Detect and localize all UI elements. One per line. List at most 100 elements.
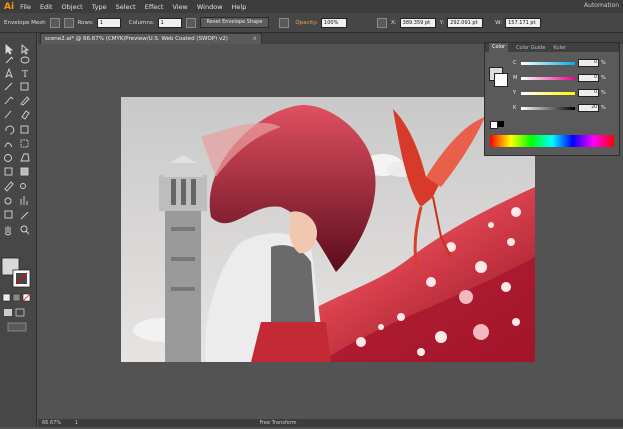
envelope-warp-icon[interactable]: [49, 17, 60, 28]
columns-input[interactable]: 1: [157, 17, 182, 28]
black-track[interactable]: [521, 106, 575, 110]
tab-color-guide[interactable]: Color Guide: [516, 45, 545, 51]
document-title: scene2.ai* @ 66.67% (CMYK/Preview/U.S. W…: [45, 36, 228, 42]
panel-stroke-swatch[interactable]: [494, 73, 508, 87]
color-panel-tabs: Color Color Guide Kuler: [485, 43, 619, 52]
cyan-track[interactable]: [521, 61, 575, 65]
slider-cyan[interactable]: C 0 %: [513, 59, 606, 67]
rotate-tool-icon[interactable]: [5, 125, 15, 135]
clock-tower: [159, 155, 207, 362]
mesh-tool-icon[interactable]: [4, 167, 13, 176]
magenta-value[interactable]: 0: [578, 74, 599, 82]
menu-bar: Ai File Edit Object Type Select Effect V…: [0, 0, 623, 13]
slice-tool-icon[interactable]: [20, 211, 29, 220]
yellow-value[interactable]: 0: [578, 89, 599, 97]
pencil-tool-icon[interactable]: [20, 96, 30, 106]
symbol-sprayer-tool-icon[interactable]: [4, 197, 12, 205]
rows-input[interactable]: 1: [96, 17, 121, 28]
magenta-label: M: [513, 75, 518, 81]
red-skirt: [251, 322, 331, 362]
status-bar: 66.67% 1 Free Transform: [38, 419, 623, 427]
menu-view[interactable]: View: [172, 3, 187, 11]
zoom-level[interactable]: 66.67%: [42, 420, 61, 426]
menu-edit[interactable]: Edit: [40, 3, 53, 11]
pen-tool-icon[interactable]: [5, 67, 13, 79]
rows-label: Rows:: [77, 19, 94, 26]
direct-selection-tool-icon[interactable]: [21, 44, 30, 55]
edit-contents-icon[interactable]: [185, 17, 196, 28]
color-spectrum[interactable]: [490, 135, 614, 147]
yellow-label: Y: [513, 90, 517, 96]
magenta-percent: %: [601, 75, 606, 81]
menu-help[interactable]: Help: [232, 3, 247, 11]
selection-tool-icon[interactable]: [5, 44, 14, 55]
blend-tool-icon[interactable]: [20, 183, 26, 189]
artboard[interactable]: [121, 97, 535, 362]
illustrator-logo: Ai: [4, 1, 15, 12]
screen-mode-icon[interactable]: [7, 322, 27, 332]
menu-type[interactable]: Type: [92, 3, 107, 11]
magic-wand-tool-icon[interactable]: [5, 56, 14, 64]
slider-yellow[interactable]: Y 0 %: [513, 89, 606, 97]
workspace-switcher[interactable]: Automation: [584, 2, 619, 9]
lasso-tool-icon[interactable]: [20, 56, 30, 64]
yellow-percent: %: [601, 90, 606, 96]
none-swatch[interactable]: [490, 121, 498, 129]
opacity-input[interactable]: 100%: [321, 17, 348, 28]
blob-brush-tool-icon[interactable]: [4, 110, 12, 119]
draw-behind-icon[interactable]: [15, 308, 25, 317]
column-graph-tool-icon[interactable]: [20, 196, 28, 205]
w-label: W:: [495, 19, 503, 26]
black-value[interactable]: 20: [578, 104, 599, 112]
tab-kuler[interactable]: Kuler: [553, 45, 566, 51]
free-transform-tool-icon[interactable]: [20, 139, 29, 148]
shape-builder-tool-icon[interactable]: [4, 154, 12, 162]
tools-panel: T: [0, 33, 37, 427]
slider-magenta[interactable]: M 0 %: [513, 74, 606, 82]
envelope-mesh-label: Envelope Mesh: [4, 19, 46, 26]
line-tool-icon[interactable]: [4, 82, 13, 91]
w-input[interactable]: 157.171 pt: [505, 17, 542, 28]
style-icon[interactable]: [279, 17, 290, 28]
menu-window[interactable]: Window: [197, 3, 223, 11]
hand-tool-icon[interactable]: [4, 226, 12, 236]
gradient-mode-icon[interactable]: [12, 293, 21, 302]
yellow-track[interactable]: [521, 91, 575, 95]
menu-effect[interactable]: Effect: [145, 3, 164, 11]
black-label: K: [513, 105, 517, 111]
scale-tool-icon[interactable]: [20, 125, 29, 134]
eyedropper-tool-icon[interactable]: [4, 181, 14, 192]
x-label: X:: [391, 19, 397, 26]
rectangle-tool-icon[interactable]: [20, 82, 29, 91]
y-input[interactable]: 292.091 pt: [447, 17, 484, 28]
cyan-percent: %: [601, 60, 606, 66]
magenta-track[interactable]: [521, 76, 575, 80]
perspective-grid-tool-icon[interactable]: [20, 153, 30, 162]
type-tool-icon[interactable]: T: [22, 70, 28, 80]
artboard-tool-icon[interactable]: [4, 210, 13, 219]
page-number[interactable]: 1: [75, 420, 78, 426]
tab-color[interactable]: Color: [489, 43, 509, 52]
cyan-value[interactable]: 0: [578, 59, 599, 67]
envelope-mesh-icon[interactable]: [63, 17, 74, 28]
black-swatch[interactable]: [498, 121, 504, 127]
opacity-label[interactable]: Opacity:: [295, 20, 318, 26]
control-bar: Envelope Mesh Rows: 1 Columns: 1 Reset E…: [0, 13, 623, 33]
menu-select[interactable]: Select: [116, 3, 136, 11]
color-mode-icon[interactable]: [2, 293, 11, 302]
x-input[interactable]: 389.359 pt: [399, 17, 436, 28]
draw-normal-icon[interactable]: [4, 309, 12, 316]
reference-point-icon[interactable]: [377, 17, 388, 28]
slider-black[interactable]: K 20 %: [513, 104, 606, 112]
black-percent: %: [601, 105, 606, 111]
eraser-tool-icon[interactable]: [21, 110, 30, 120]
paintbrush-tool-icon[interactable]: [4, 96, 14, 105]
warp-tool-icon[interactable]: [4, 142, 13, 148]
artwork[interactable]: [121, 97, 535, 362]
gradient-tool-icon[interactable]: [20, 167, 29, 176]
color-panel: Color Color Guide Kuler C 0 % M 0 % Y 0 …: [484, 42, 620, 156]
menu-file[interactable]: File: [20, 3, 31, 11]
document-tab[interactable]: scene2.ai* @ 66.67% (CMYK/Preview/U.S. W…: [40, 33, 262, 44]
reset-envelope-shape-button[interactable]: Reset Envelope Shape: [199, 17, 270, 28]
menu-object[interactable]: Object: [62, 3, 83, 11]
